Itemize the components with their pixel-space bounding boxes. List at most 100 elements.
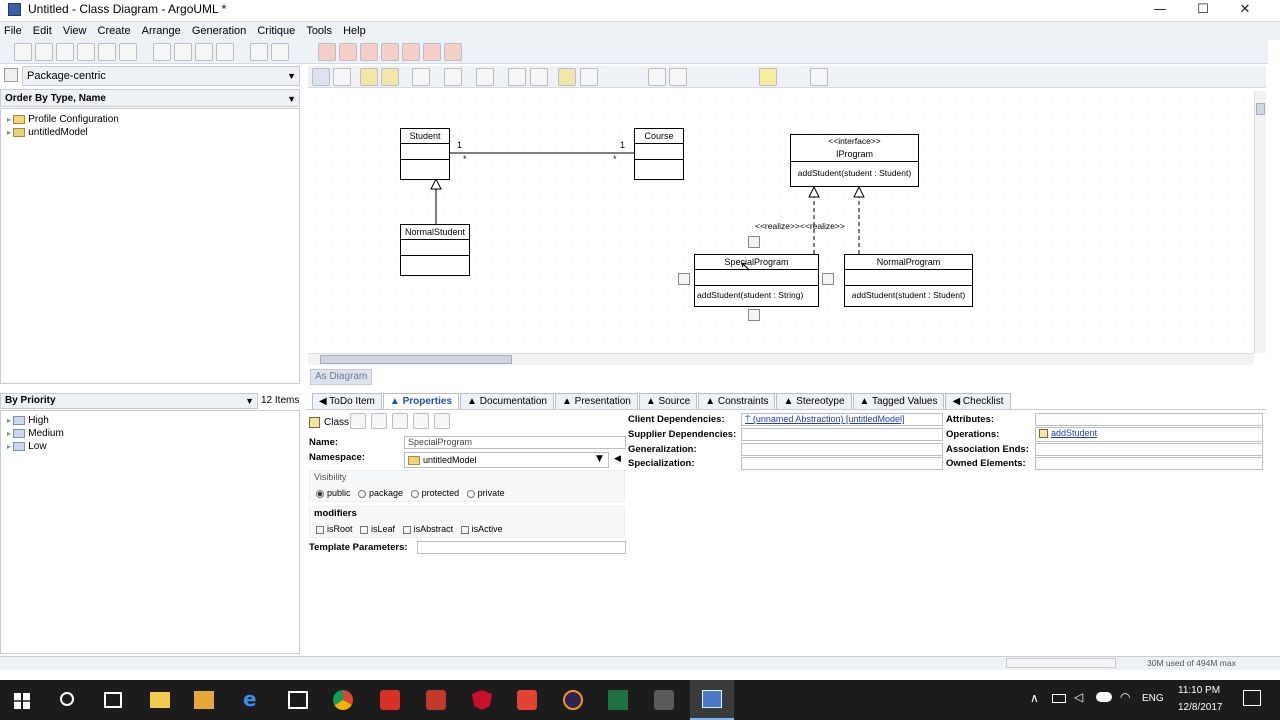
menu-arrange[interactable]: Arrange xyxy=(138,22,185,40)
vertical-scrollbar[interactable] xyxy=(1254,91,1266,353)
radio-private[interactable]: private xyxy=(466,488,505,498)
checkbox-isactive[interactable]: isActive xyxy=(460,524,503,534)
tab-documentation[interactable]: ▲ Documentation xyxy=(460,393,554,410)
namespace-select[interactable]: untitledModel xyxy=(404,452,609,468)
new-operation-icon[interactable] xyxy=(434,413,450,429)
interface-iprogram[interactable]: <<interface>> IProgram addStudent(studen… xyxy=(790,134,919,187)
resize-handle-icon[interactable] xyxy=(678,273,690,285)
clock-time[interactable]: 11:10 PM xyxy=(1178,685,1220,696)
new-icon[interactable] xyxy=(14,43,32,61)
dependency-tool-icon[interactable] xyxy=(508,68,526,86)
diagram-tab[interactable]: As Diagram xyxy=(310,369,372,385)
todo-item-high[interactable]: ▸ High xyxy=(7,414,293,427)
volume-icon[interactable]: ◁ xyxy=(1074,690,1083,704)
resize-handle-icon[interactable] xyxy=(748,236,760,248)
menu-critique[interactable]: Critique xyxy=(253,22,299,40)
checkbox-isleaf[interactable]: isLeaf xyxy=(360,524,395,534)
class-diagram-icon[interactable] xyxy=(318,43,336,61)
operations-value[interactable]: addStudent xyxy=(1051,428,1097,438)
activity-diagram-icon[interactable] xyxy=(423,43,441,61)
radio-package[interactable]: package xyxy=(358,488,403,498)
class-special-program[interactable]: SpecialProgram addStudent(student : Stri… xyxy=(694,254,819,307)
close-icon[interactable]: ✕ xyxy=(1222,0,1268,22)
generalization-tool-icon[interactable] xyxy=(530,68,548,86)
sequence-diagram-icon[interactable] xyxy=(360,43,378,61)
navigate-back-icon[interactable]: ◀ xyxy=(614,454,621,464)
aggregation-tool-icon[interactable] xyxy=(444,68,462,86)
class-normal-program[interactable]: NormalProgram addStudent(student : Stude… xyxy=(844,254,973,307)
search-icon[interactable] xyxy=(60,692,74,706)
cut-icon[interactable] xyxy=(153,43,171,61)
chevron-down-icon[interactable]: ▼ xyxy=(596,454,603,464)
tab-stereotype[interactable]: ▲ Stereotype xyxy=(776,393,852,410)
scroll-thumb[interactable] xyxy=(1256,103,1265,115)
delete-icon[interactable] xyxy=(371,413,387,429)
usecase-diagram-icon[interactable] xyxy=(339,43,357,61)
composition-tool-icon[interactable] xyxy=(476,68,494,86)
print-icon[interactable] xyxy=(119,43,137,61)
menu-tools[interactable]: Tools xyxy=(302,22,336,40)
mcafee-icon[interactable] xyxy=(472,690,492,710)
task-view-icon[interactable] xyxy=(104,692,122,708)
resize-handle-icon[interactable] xyxy=(822,273,834,285)
language-indicator[interactable]: ENG xyxy=(1142,693,1164,704)
note-tool-icon[interactable] xyxy=(759,68,777,86)
attributes-field[interactable] xyxy=(1035,413,1263,426)
assoc-ends-field[interactable] xyxy=(1035,443,1263,456)
checkbox-isabstract[interactable]: isAbstract xyxy=(402,524,453,534)
class-tool-icon[interactable] xyxy=(381,68,399,86)
menu-view[interactable]: View xyxy=(59,22,91,40)
select-tool-icon[interactable] xyxy=(312,68,330,86)
operations-field[interactable]: addStudent xyxy=(1035,427,1263,442)
tree-item-profile[interactable]: ▸ Profile Configuration xyxy=(7,113,293,126)
class-course[interactable]: Course xyxy=(634,128,684,180)
app-icon-red-2[interactable] xyxy=(426,690,446,710)
tab-presentation[interactable]: ▲ Presentation xyxy=(554,393,638,410)
class-normal-student[interactable]: NormalStudent xyxy=(400,224,470,276)
file-explorer-icon[interactable] xyxy=(150,692,170,708)
app-icon-red-1[interactable] xyxy=(380,690,400,710)
onedrive-icon[interactable] xyxy=(1096,692,1112,702)
java-icon[interactable] xyxy=(654,690,674,710)
collaboration-diagram-icon[interactable] xyxy=(381,43,399,61)
broom-tool-icon[interactable] xyxy=(333,68,351,86)
association-tool-icon[interactable] xyxy=(412,68,430,86)
name-field[interactable]: SpecialProgram xyxy=(404,436,626,449)
tab-todo-item[interactable]: ◀ ToDo Item xyxy=(312,393,382,410)
show-hidden-icon[interactable]: ∧ xyxy=(1030,691,1039,705)
new-attribute-icon[interactable] xyxy=(413,413,429,429)
tab-source[interactable]: ▲ Source xyxy=(638,393,698,410)
class-student[interactable]: Student xyxy=(400,128,450,180)
todo-mode-select[interactable]: By Priority ▼ xyxy=(0,393,258,409)
scroll-thumb[interactable] xyxy=(320,355,512,364)
horizontal-scrollbar[interactable] xyxy=(308,353,1254,365)
edge-icon[interactable]: e xyxy=(243,689,263,710)
save-as-icon[interactable] xyxy=(77,43,95,61)
minimize-icon[interactable]: — xyxy=(1137,0,1183,22)
perspective-select[interactable]: Package-centric ▼ xyxy=(22,66,300,86)
realization-tool-icon[interactable] xyxy=(580,68,598,86)
todo-item-medium[interactable]: ▸ Medium xyxy=(7,427,293,440)
specialization-field[interactable] xyxy=(741,457,943,470)
start-icon[interactable] xyxy=(14,693,30,709)
order-select[interactable]: Order By Type, Name ▼ xyxy=(0,89,300,107)
attribute-tool-icon[interactable] xyxy=(648,68,666,86)
tree-item-model[interactable]: ▸ untitledModel xyxy=(7,126,293,139)
store-icon[interactable] xyxy=(288,691,308,709)
package-tool-icon[interactable] xyxy=(360,68,378,86)
state-diagram-icon[interactable] xyxy=(402,43,420,61)
deployment-diagram-icon[interactable] xyxy=(444,43,462,61)
tab-checklist[interactable]: ◀ Checklist xyxy=(945,393,1011,410)
client-deps-field[interactable]: ⍑ (unnamed Abstraction) [untitledModel] xyxy=(741,413,943,426)
owned-elements-field[interactable] xyxy=(1035,457,1263,470)
resize-handle-icon[interactable] xyxy=(748,309,760,321)
chrome-icon[interactable] xyxy=(333,690,353,710)
notifications-icon[interactable] xyxy=(1243,690,1261,706)
wifi-icon[interactable]: ◠ xyxy=(1120,690,1130,704)
find-icon[interactable] xyxy=(250,43,268,61)
generalization-field[interactable] xyxy=(741,443,943,456)
zoom-icon[interactable] xyxy=(271,43,289,61)
menu-file[interactable]: File xyxy=(0,22,26,40)
supplier-deps-field[interactable] xyxy=(741,428,943,441)
tab-constraints[interactable]: ▲ Constraints xyxy=(698,393,776,410)
